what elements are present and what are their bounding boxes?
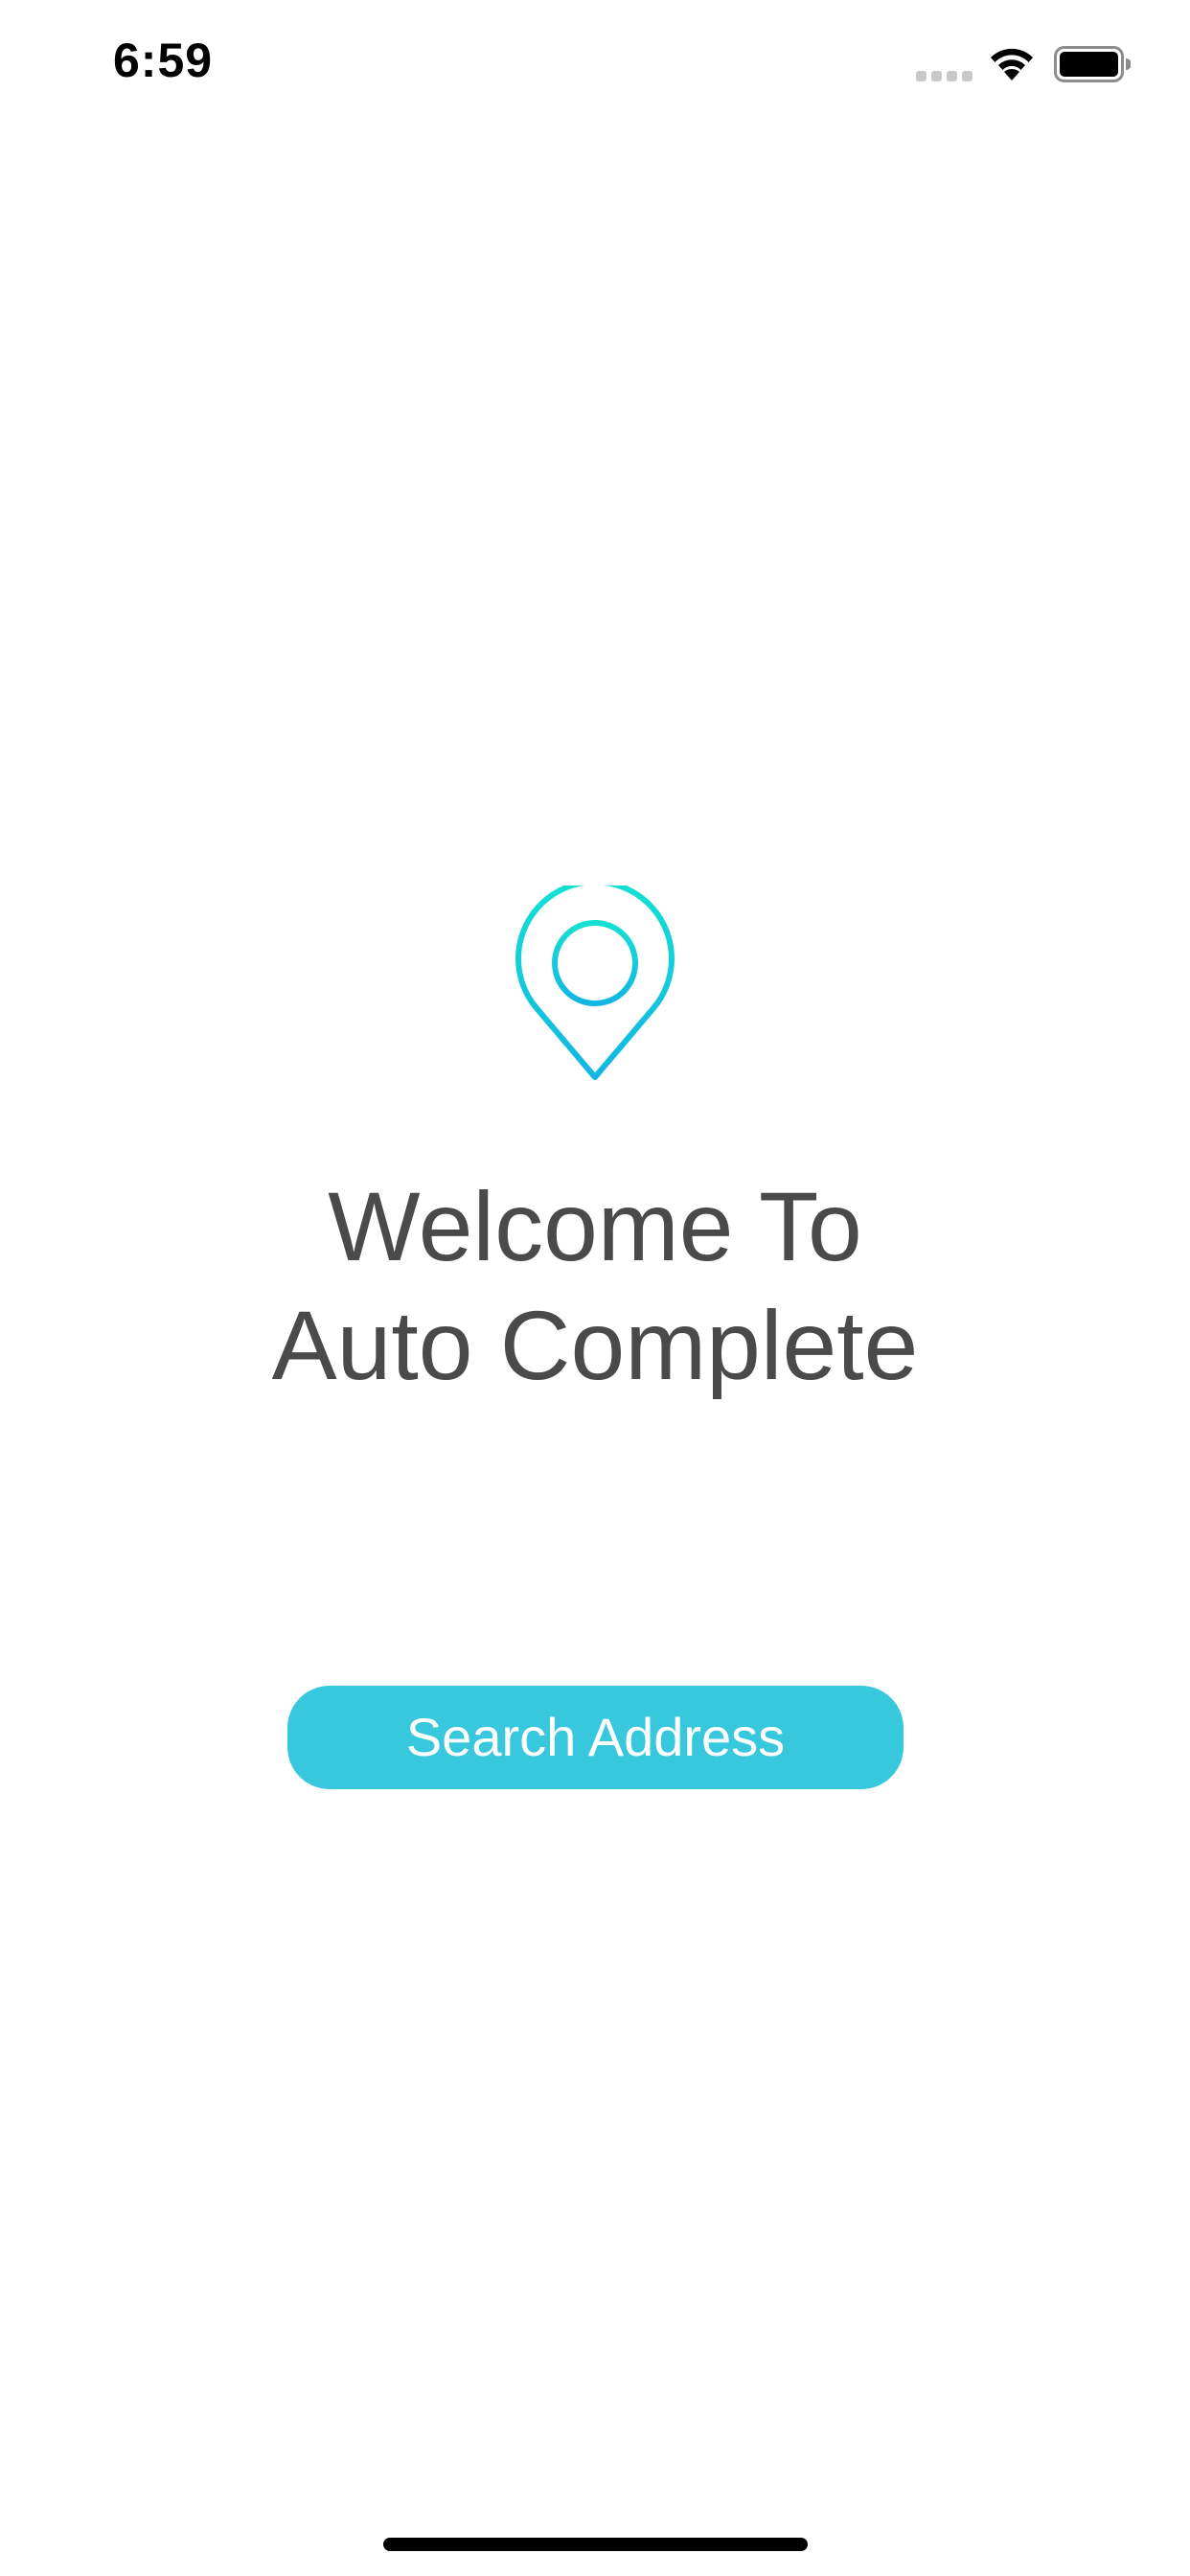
search-address-button[interactable]: Search Address	[287, 1686, 904, 1789]
status-time: 6:59	[113, 34, 214, 87]
cellular-signal-icon	[916, 71, 973, 81]
status-bar: 6:59	[0, 0, 1190, 126]
welcome-title-line1: Welcome To	[328, 1172, 862, 1281]
location-pin-icon	[515, 886, 675, 1080]
battery-icon	[1054, 46, 1131, 82]
wifi-icon	[991, 48, 1033, 80]
welcome-title-line2: Auto Complete	[271, 1291, 919, 1400]
welcome-title: Welcome To Auto Complete	[0, 1167, 1190, 1405]
home-indicator[interactable]	[383, 2538, 808, 2551]
